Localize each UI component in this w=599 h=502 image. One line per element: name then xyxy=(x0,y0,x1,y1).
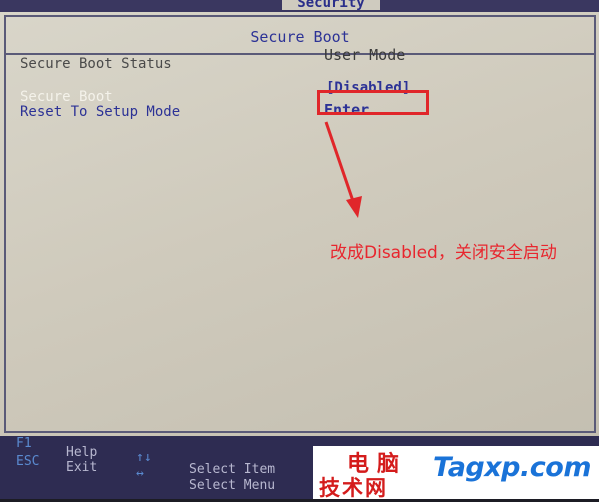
left-right-arrows-icon: ↔ xyxy=(136,466,144,481)
arrow-down-icon xyxy=(324,121,362,218)
secure-boot-status-label: Secure Boot Status xyxy=(20,56,172,72)
bios-screen: Security Secure Boot Secure Boot Status … xyxy=(0,0,599,500)
tab-security[interactable]: Security xyxy=(282,0,380,10)
highlight-box xyxy=(317,90,429,115)
annotation-text: 改成Disabled，关闭安全启动 xyxy=(330,243,557,263)
help-action: Help xyxy=(66,445,98,460)
f1-key: F1 xyxy=(16,436,32,451)
select-item-action: Select Item xyxy=(189,462,276,477)
up-down-arrows-icon: ↑↓ xyxy=(136,450,152,465)
select-menu-action: Select Menu xyxy=(189,478,276,493)
watermark-brand: Tagxp.com xyxy=(433,452,591,483)
page-title: Secure Boot xyxy=(250,28,350,46)
reset-to-setup-mode-option[interactable]: Reset To Setup Mode xyxy=(20,104,180,120)
exit-action: Exit xyxy=(66,460,98,475)
watermark-line2: 技术网 xyxy=(319,476,388,500)
secure-boot-option[interactable]: Secure Boot xyxy=(20,89,113,105)
bios-menu-bar: Security xyxy=(0,0,599,12)
secure-boot-panel: Secure Boot xyxy=(4,15,596,433)
watermark: 电脑 技术网 Tagxp.com xyxy=(313,446,599,500)
panel-header: Secure Boot xyxy=(6,17,594,55)
esc-key: ESC xyxy=(16,454,40,469)
secure-boot-status-value: User Mode xyxy=(324,46,406,64)
